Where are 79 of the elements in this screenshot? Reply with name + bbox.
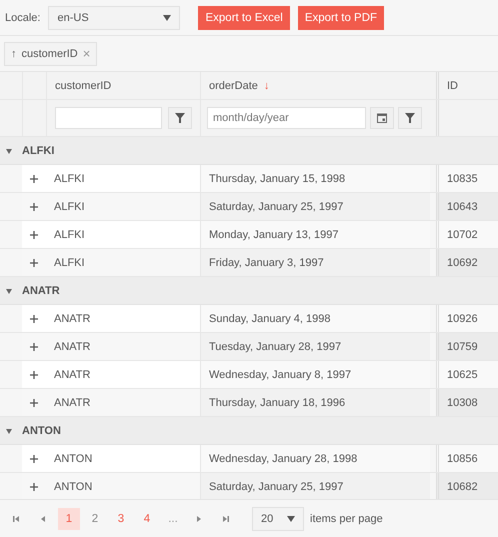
table-cell: 10926 [447,312,478,324]
table-cell: 10625 [447,368,478,380]
expand-button[interactable] [30,258,38,266]
column-header[interactable]: customerID [55,80,112,92]
sort-indicator: ↑ [11,48,16,60]
caret-icon [163,14,172,20]
table-cell: ALFKI [54,172,85,184]
calendar-button[interactable] [370,107,394,129]
collapse-toggle[interactable] [6,428,14,434]
table-cell: Friday, January 3, 1997 [209,256,324,268]
table-cell: 10856 [447,452,478,464]
collapse-toggle[interactable] [6,148,14,154]
locale-label: Locale: [5,12,40,24]
next-icon [195,514,203,522]
table-cell: Saturday, January 25, 1997 [209,480,344,492]
page-size-dropdown[interactable]: 20 [252,506,304,530]
filter-input[interactable] [55,107,162,129]
expand-button[interactable] [30,314,38,322]
remove-icon[interactable]: × [82,46,90,61]
table-cell: Wednesday, January 8, 1997 [209,368,352,380]
filter-button[interactable] [398,107,422,129]
table-cell: ANATR [54,340,90,352]
chip-label: customerID [22,48,78,60]
table-cell: Thursday, January 15, 1998 [209,172,346,184]
page-button[interactable]: 1 [58,508,80,530]
previous-icon [39,514,47,522]
sort-indicator: ↓ [264,80,270,92]
table-cell: 10692 [447,256,478,268]
page-button[interactable]: 3 [110,508,132,530]
filter-button[interactable] [168,107,192,129]
first-page-icon [13,514,21,522]
items-per-page-label: items per page [310,512,383,524]
table-cell: ANATR [54,368,90,380]
column-header[interactable]: orderDate [209,80,258,92]
expand-button[interactable] [30,202,38,210]
table-cell: Monday, January 13, 1997 [209,228,338,240]
calendar-icon [377,113,387,123]
expand-button[interactable] [30,482,38,490]
group-title: ALFKI [22,144,54,156]
caret-icon [287,516,295,522]
table-cell: Thursday, January 18, 1996 [209,396,346,408]
export-excel-button[interactable]: Export to Excel [198,6,290,30]
filter-icon [175,113,185,123]
collapse-toggle[interactable] [6,288,14,294]
table-cell: ANTON [54,480,92,492]
locale-dropdown[interactable]: en-US [48,6,180,30]
table-cell: ANTON [54,452,92,464]
table-cell: 10643 [447,200,478,212]
last-page-icon [221,514,229,522]
filter-icon [405,113,415,123]
expand-button[interactable] [30,342,38,350]
table-cell: Saturday, January 25, 1997 [209,200,344,212]
table-cell: 10702 [447,228,478,240]
column-header[interactable]: ID [447,80,458,92]
export-pdf-button[interactable]: Export to PDF [298,6,384,30]
table-cell: ALFKI [54,256,85,268]
expand-button[interactable] [30,398,38,406]
table-cell: ALFKI [54,200,85,212]
table-cell: 10682 [447,480,478,492]
table-cell: ANATR [54,312,90,324]
expand-button[interactable] [30,174,38,182]
more-pages-button[interactable]: ... [162,508,184,530]
page-button[interactable]: 4 [136,508,158,530]
expand-button[interactable] [30,454,38,462]
expand-button[interactable] [30,370,38,378]
table-cell: Tuesday, January 28, 1997 [209,340,342,352]
expand-button[interactable] [30,230,38,238]
group-title: ANTON [22,424,61,436]
date-filter-input[interactable]: month/day/year [207,107,366,129]
table-cell: ALFKI [54,228,85,240]
table-cell: Wednesday, January 28, 1998 [209,452,358,464]
table-cell: Sunday, January 4, 1998 [209,312,330,324]
table-cell: 10835 [447,172,478,184]
page-button[interactable]: 2 [84,508,106,530]
table-cell: 10759 [447,340,478,352]
group-title: ANATR [22,284,60,296]
table-cell: 10308 [447,396,478,408]
table-cell: ANATR [54,396,90,408]
group-chip[interactable]: ↑ customerID × [4,42,98,66]
